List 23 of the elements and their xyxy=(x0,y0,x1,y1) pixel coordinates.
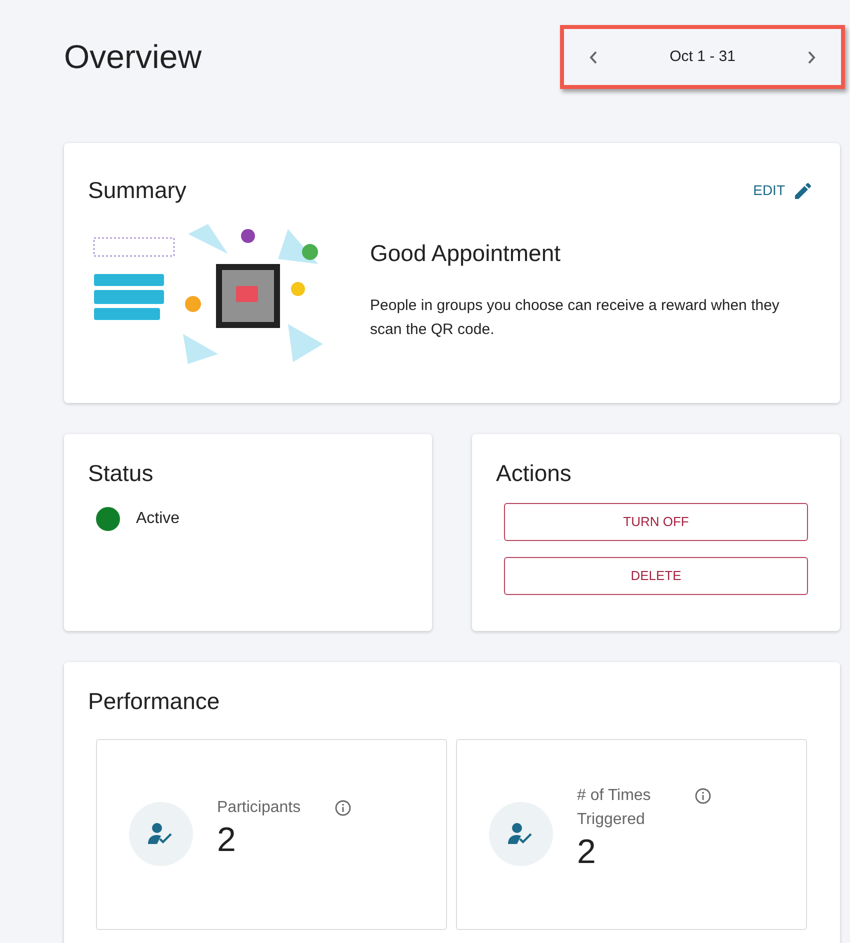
status-label: Active xyxy=(136,508,180,528)
card-title: Actions xyxy=(496,460,572,486)
metric-value: 2 xyxy=(217,820,237,860)
info-icon[interactable] xyxy=(335,800,351,816)
reward-description: People in groups you choose can receive a reward when they scan the QR code. xyxy=(370,296,780,340)
chevron-right-icon[interactable] xyxy=(808,50,816,64)
card-title: Summary xyxy=(88,176,186,205)
metric-label: # of Times Triggered xyxy=(577,786,652,830)
card-title: Status xyxy=(88,460,154,486)
reward-name: Good Appointment xyxy=(370,238,562,268)
action-button[interactable]: TURN OFF xyxy=(504,502,808,540)
pencil-icon xyxy=(795,182,812,199)
card-title: Performance xyxy=(88,688,220,714)
chevron-left-icon[interactable] xyxy=(589,50,597,64)
person-check-icon xyxy=(148,823,174,845)
person-check-icon xyxy=(508,823,534,845)
metric-label: Participants xyxy=(217,798,302,818)
info-icon[interactable] xyxy=(695,788,711,804)
date-range-label: Oct 1 - 31 xyxy=(670,46,736,67)
metric-value: 2 xyxy=(577,832,597,872)
edit-button[interactable]: EDIT xyxy=(753,180,816,201)
page-title: Overview xyxy=(64,37,202,78)
action-button[interactable]: DELETE xyxy=(504,556,808,594)
